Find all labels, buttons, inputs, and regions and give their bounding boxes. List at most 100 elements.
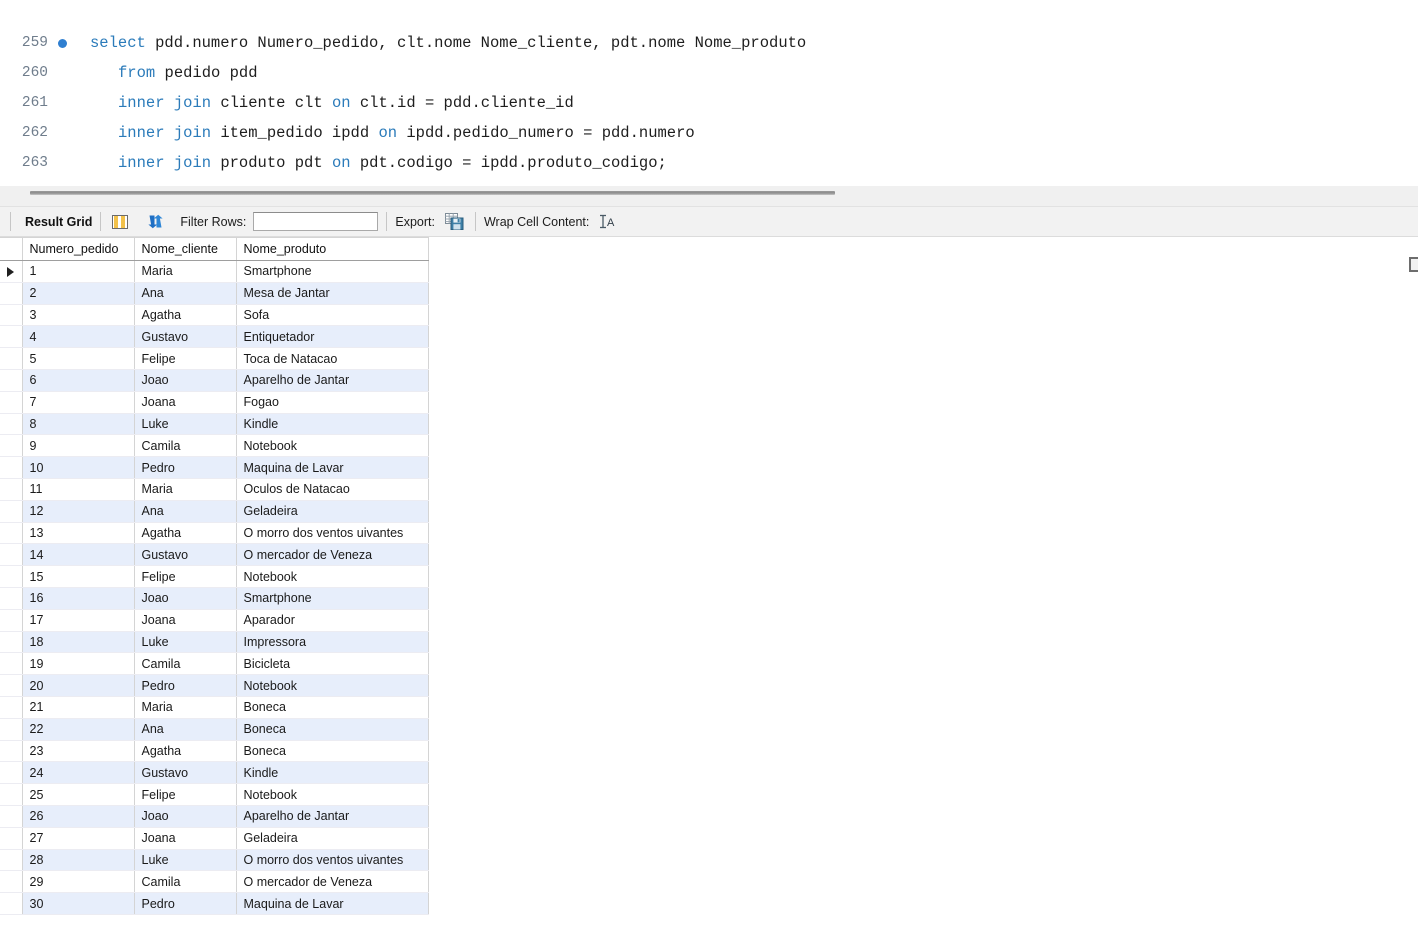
table-cell[interactable]: Maquina de Lavar	[236, 892, 429, 915]
table-cell[interactable]: Joana	[134, 609, 237, 632]
table-row[interactable]: 23 Agatha Boneca	[0, 740, 429, 763]
table-row[interactable]: 29 Camila O mercador de Veneza	[0, 870, 429, 894]
table-row[interactable]: 15 Felipe Notebook	[0, 565, 429, 588]
table-cell[interactable]: Boneca	[236, 740, 429, 763]
export-icon[interactable]	[442, 211, 467, 233]
row-selector-cell[interactable]	[0, 652, 23, 676]
row-selector-cell[interactable]	[0, 674, 23, 697]
table-cell[interactable]: 18	[22, 631, 135, 654]
table-cell[interactable]: Notebook	[236, 674, 429, 697]
row-selector-cell[interactable]	[0, 718, 23, 741]
table-cell[interactable]: Joana	[134, 391, 237, 414]
table-row[interactable]: 14 Gustavo O mercador de Veneza	[0, 543, 429, 567]
table-cell[interactable]: 25	[22, 783, 135, 806]
table-cell[interactable]: O mercador de Veneza	[236, 870, 429, 894]
table-cell[interactable]: Luke	[134, 849, 237, 872]
table-row[interactable]: 1 Maria Smartphone	[0, 260, 429, 283]
table-cell[interactable]: Pedro	[134, 674, 237, 697]
table-cell[interactable]: Oculos de Natacao	[236, 478, 429, 501]
table-cell[interactable]: 27	[22, 827, 135, 850]
table-cell[interactable]: Aparelho de Jantar	[236, 805, 429, 828]
row-selector-cell[interactable]	[0, 413, 23, 436]
table-row[interactable]: 26 Joao Aparelho de Jantar	[0, 805, 429, 828]
result-grid-area[interactable]: Numero_pedido Nome_cliente Nome_produto …	[0, 237, 1418, 927]
table-row[interactable]: 11 Maria Oculos de Natacao	[0, 478, 429, 501]
table-row[interactable]: 12 Ana Geladeira	[0, 500, 429, 523]
row-selector-cell[interactable]	[0, 325, 23, 349]
table-cell[interactable]: 28	[22, 849, 135, 872]
table-cell[interactable]: Ana	[134, 282, 237, 305]
table-cell[interactable]: Maria	[134, 478, 237, 501]
table-cell[interactable]: Camila	[134, 870, 237, 894]
table-cell[interactable]: Pedro	[134, 456, 237, 479]
table-cell[interactable]: Gustavo	[134, 761, 237, 785]
table-cell[interactable]: O morro dos ventos uivantes	[236, 522, 429, 545]
column-header-nome-produto[interactable]: Nome_produto	[236, 237, 429, 261]
table-cell[interactable]: Toca de Natacao	[236, 347, 429, 370]
table-cell[interactable]: Notebook	[236, 565, 429, 588]
sql-editor[interactable]: 259 select pdd.numero Numero_pedido, clt.…	[0, 0, 1418, 186]
table-cell[interactable]: O mercador de Veneza	[236, 543, 429, 567]
row-selector-cell[interactable]	[0, 456, 23, 479]
table-cell[interactable]: 14	[22, 543, 135, 567]
table-cell[interactable]: 29	[22, 870, 135, 894]
table-cell[interactable]: Aparador	[236, 609, 429, 632]
table-cell[interactable]: Aparelho de Jantar	[236, 369, 429, 392]
table-row[interactable]: 21 Maria Boneca	[0, 696, 429, 719]
table-cell[interactable]: Entiquetador	[236, 325, 429, 349]
table-row[interactable]: 13 Agatha O morro dos ventos uivantes	[0, 522, 429, 545]
filter-rows-input[interactable]	[253, 212, 379, 231]
table-cell[interactable]: 9	[22, 434, 135, 458]
row-selector-cell[interactable]	[0, 870, 23, 894]
row-selector-cell[interactable]	[0, 740, 23, 763]
table-cell[interactable]: Gustavo	[134, 543, 237, 567]
table-row[interactable]: 5 Felipe Toca de Natacao	[0, 347, 429, 370]
table-cell[interactable]: Maquina de Lavar	[236, 456, 429, 479]
row-selector-cell[interactable]	[0, 827, 23, 850]
row-selector-cell[interactable]	[0, 478, 23, 501]
table-row[interactable]: 28 Luke O morro dos ventos uivantes	[0, 849, 429, 872]
row-selector-cell[interactable]	[0, 434, 23, 458]
table-cell[interactable]: Boneca	[236, 718, 429, 741]
sql-code-lines[interactable]: 259 select pdd.numero Numero_pedido, clt.…	[0, 28, 1418, 178]
table-cell[interactable]: Luke	[134, 413, 237, 436]
table-cell[interactable]: 30	[22, 892, 135, 915]
row-selector-cell[interactable]	[0, 391, 23, 414]
table-cell[interactable]: Joana	[134, 827, 237, 850]
table-cell[interactable]: 6	[22, 369, 135, 392]
table-cell[interactable]: Pedro	[134, 892, 237, 915]
table-cell[interactable]: Felipe	[134, 565, 237, 588]
table-cell[interactable]: Felipe	[134, 783, 237, 806]
table-row[interactable]: 22 Ana Boneca	[0, 718, 429, 741]
row-selector-cell[interactable]	[0, 892, 23, 915]
table-row[interactable]: 4 Gustavo Entiquetador	[0, 325, 429, 349]
table-cell[interactable]: 19	[22, 652, 135, 676]
table-cell[interactable]: 4	[22, 325, 135, 349]
table-cell[interactable]: Geladeira	[236, 827, 429, 850]
table-cell[interactable]: Camila	[134, 434, 237, 458]
table-row[interactable]: 27 Joana Geladeira	[0, 827, 429, 850]
table-cell[interactable]: Bicicleta	[236, 652, 429, 676]
statement-marker-icon[interactable]	[52, 38, 90, 48]
table-cell[interactable]: Smartphone	[236, 587, 429, 610]
row-selector-cell[interactable]	[0, 347, 23, 370]
table-cell[interactable]: Joao	[134, 805, 237, 828]
splitter-handle[interactable]	[30, 191, 835, 195]
table-cell[interactable]: Maria	[134, 260, 237, 283]
row-selector-cell[interactable]	[0, 260, 23, 283]
table-cell[interactable]: Smartphone	[236, 260, 429, 283]
table-row[interactable]: 7 Joana Fogao	[0, 391, 429, 414]
table-cell[interactable]: Notebook	[236, 434, 429, 458]
table-cell[interactable]: Geladeira	[236, 500, 429, 523]
row-selector-cell[interactable]	[0, 282, 23, 305]
table-cell[interactable]: Luke	[134, 631, 237, 654]
table-row[interactable]: 8 Luke Kindle	[0, 413, 429, 436]
table-cell[interactable]: Fogao	[236, 391, 429, 414]
table-cell[interactable]: 22	[22, 718, 135, 741]
table-cell[interactable]: Ana	[134, 500, 237, 523]
wrap-text-icon[interactable]: A	[596, 211, 618, 233]
table-cell[interactable]: Sofa	[236, 304, 429, 327]
table-cell[interactable]: Notebook	[236, 783, 429, 806]
table-cell[interactable]: Felipe	[134, 347, 237, 370]
table-cell[interactable]: 10	[22, 456, 135, 479]
